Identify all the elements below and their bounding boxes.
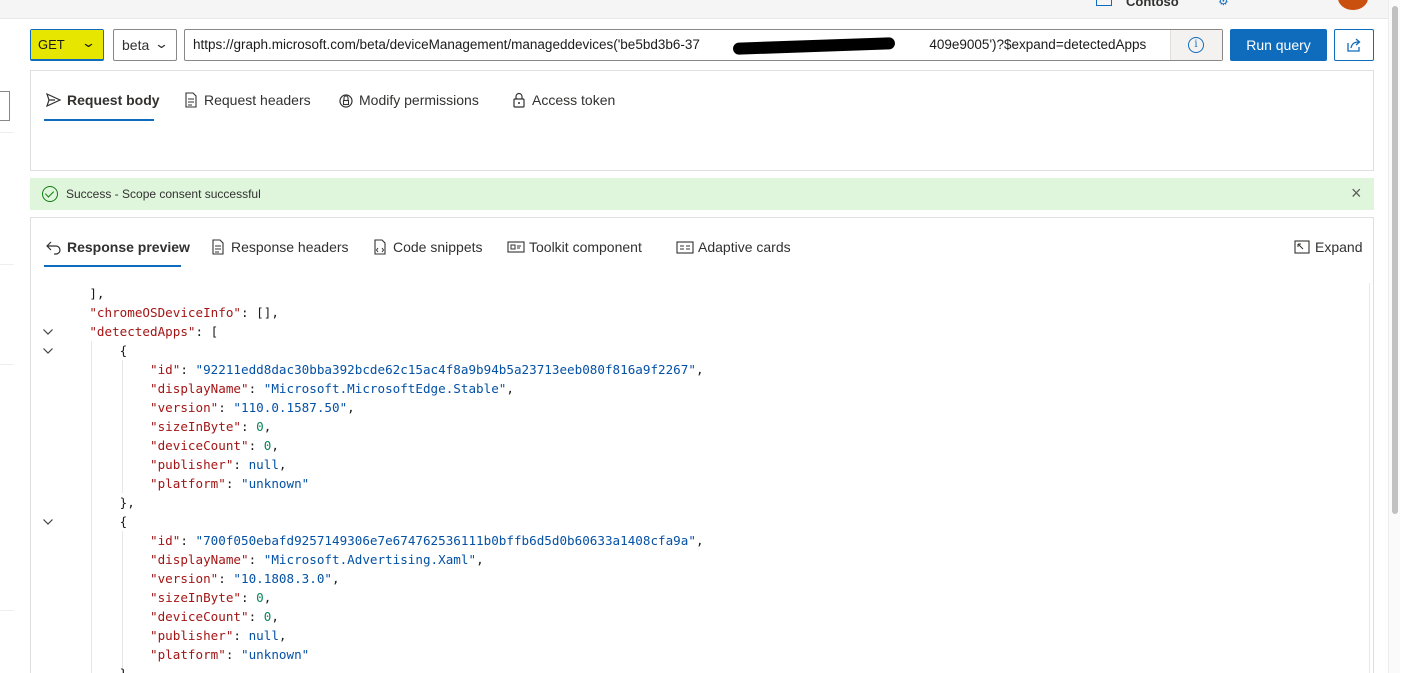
sidebar-divider (0, 610, 14, 611)
banner-message: Success - Scope consent successful (66, 187, 261, 201)
code-line: "chromeOSDeviceInfo": [], (89, 305, 279, 320)
code-file-icon (374, 239, 386, 255)
tab-label: Modify permissions (359, 92, 479, 108)
fold-chevron-icon[interactable] (42, 326, 54, 338)
sidebar-divider (0, 264, 14, 265)
tab-request-body[interactable]: Request body (45, 90, 160, 110)
tab-label: Response preview (67, 239, 190, 255)
code-line: "publisher": null, (150, 628, 287, 643)
app-header (0, 0, 1400, 19)
http-method-label: GET (38, 37, 65, 52)
undo-arrow-icon (46, 241, 61, 255)
tab-label: Toolkit component (529, 239, 642, 255)
document-icon (185, 92, 197, 108)
code-line: "displayName": "Microsoft.Advertising.Xa… (150, 552, 484, 567)
share-icon (1347, 38, 1361, 52)
component-icon (507, 241, 525, 253)
tab-access-token[interactable]: Access token (510, 90, 615, 110)
query-url-input[interactable]: https://graph.microsoft.com/beta/deviceM… (184, 29, 1223, 61)
code-line: "deviceCount": 0, (150, 438, 279, 453)
sidebar-divider (0, 132, 14, 133)
info-icon: i (1188, 37, 1204, 53)
code-line: "version": "110.0.1587.50", (150, 400, 355, 415)
code-line: "sizeInByte": 0, (150, 590, 272, 605)
tab-label: Request body (67, 92, 160, 108)
chevron-down-icon: ⌄ (80, 35, 97, 50)
tab-response-headers[interactable]: Response headers (209, 237, 349, 257)
status-banner: Success - Scope consent successful × (30, 178, 1374, 210)
page-scrollbar[interactable] (1388, 0, 1400, 673)
fold-chevron-icon[interactable] (42, 516, 54, 528)
tab-label: Adaptive cards (698, 239, 791, 255)
tab-label: Code snippets (393, 239, 483, 255)
expand-icon (1294, 240, 1310, 254)
tab-code-snippets[interactable]: Code snippets (371, 237, 483, 257)
lock-icon (513, 92, 525, 108)
tab-label: Response headers (231, 239, 349, 255)
sidebar-input-fragment[interactable] (0, 91, 10, 121)
code-line: "deviceCount": 0, (150, 609, 279, 624)
code-line: "version": "10.1808.3.0", (150, 571, 340, 586)
tab-label: Request headers (204, 92, 311, 108)
check-circle-icon (42, 186, 58, 202)
chevron-down-icon: ⌄ (153, 36, 170, 51)
right-gutter (1400, 0, 1417, 673)
tenant-icon (1096, 0, 1112, 6)
request-panel: Request body Request headers Modify perm… (30, 70, 1374, 171)
tab-label: Access token (532, 92, 616, 108)
tab-modify-permissions[interactable]: Modify permissions (337, 90, 479, 110)
expand-label: Expand (1315, 239, 1363, 255)
active-tab-indicator (44, 265, 181, 267)
http-method-dropdown[interactable]: GET ⌄ (30, 29, 104, 61)
lock-shield-icon (339, 94, 353, 108)
card-icon (676, 241, 694, 254)
sidebar-divider (0, 364, 14, 365)
code-line: ], (59, 286, 105, 301)
code-line: }, (59, 664, 135, 673)
document-icon (212, 239, 224, 255)
tab-toolkit-component[interactable]: Toolkit component (507, 237, 642, 257)
code-line: { (59, 514, 128, 529)
code-line: "sizeInByte": 0, (150, 419, 272, 434)
code-line: "displayName": "Microsoft.MicrosoftEdge.… (150, 381, 514, 396)
tab-adaptive-cards[interactable]: Adaptive cards (676, 237, 791, 257)
code-line: { (59, 343, 128, 358)
code-line: "id": "700f050ebafd9257149306e7e67476253… (150, 533, 704, 548)
tab-request-headers[interactable]: Request headers (182, 90, 311, 110)
tab-response-preview[interactable]: Response preview (45, 237, 190, 257)
send-icon (45, 92, 62, 108)
settings-icon[interactable]: ⚙ (1218, 0, 1229, 8)
api-version-dropdown[interactable]: beta ⌄ (113, 29, 177, 61)
code-line: "id": "92211edd8dac30bba392bcde62c15ac4f… (150, 362, 704, 377)
url-info-button[interactable]: i (1170, 30, 1222, 60)
code-scrollbar-track (1369, 283, 1370, 673)
share-query-button[interactable] (1334, 29, 1374, 61)
code-line: "platform": "unknown" (150, 476, 310, 491)
scrollbar-thumb[interactable] (1392, 6, 1398, 514)
expand-button[interactable]: Expand (1293, 237, 1362, 257)
run-query-button[interactable]: Run query (1230, 29, 1327, 61)
code-line: "platform": "unknown" (150, 647, 310, 662)
query-url-text[interactable]: https://graph.microsoft.com/beta/deviceM… (193, 37, 1146, 52)
api-version-label: beta (122, 37, 150, 53)
fold-chevron-icon[interactable] (42, 345, 54, 357)
close-icon[interactable]: × (1351, 184, 1362, 202)
code-line: "detectedApps": [ (89, 324, 219, 339)
active-tab-indicator (44, 119, 154, 121)
code-line: }, (59, 495, 135, 510)
tenant-name[interactable]: Contoso (1126, 0, 1179, 9)
code-line: "publisher": null, (150, 457, 287, 472)
